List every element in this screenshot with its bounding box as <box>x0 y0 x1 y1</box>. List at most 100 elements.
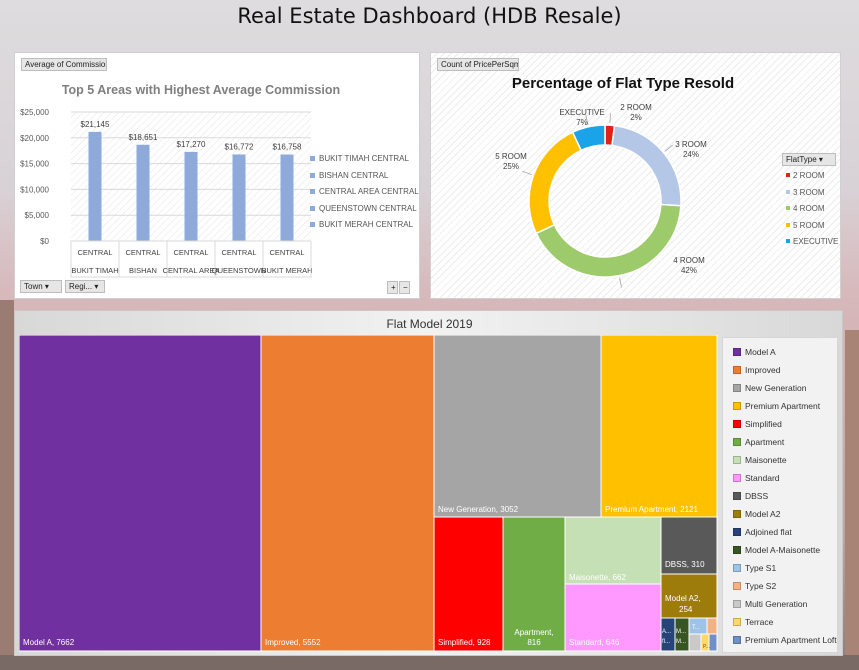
treemap-legend-label: Type S2 <box>745 581 777 591</box>
treemap-legend-label: Model A <box>745 347 776 357</box>
treemap-legend-label: Improved <box>745 365 781 375</box>
treemap-tile[interactable] <box>600 335 718 518</box>
donut-leader-line <box>664 144 674 152</box>
donut-slice[interactable] <box>528 131 583 235</box>
treemap-legend-swatch <box>733 474 741 482</box>
background-building-left <box>0 300 14 670</box>
treemap-tile[interactable] <box>708 633 718 652</box>
treemap-tile-label: P... <box>703 644 710 650</box>
treemap-legend-swatch <box>733 582 741 590</box>
donut-chart-title: Percentage of Flat Type Resold <box>512 75 734 92</box>
donut-slice[interactable] <box>535 203 682 278</box>
treemap-legend-item: Model A <box>733 347 776 357</box>
bar-y-tick-label: $25,000 <box>20 108 49 117</box>
donut-legend-label: EXECUTIVE <box>793 237 839 246</box>
treemap-legend-label: Simplified <box>745 419 782 429</box>
bar-y-tick-label: $15,000 <box>20 160 49 169</box>
treemap-tile-label: 816 <box>527 638 541 647</box>
treemap-legend-item: New Generation <box>733 383 806 393</box>
treemap-legend-swatch <box>733 636 741 644</box>
bar-x-outer-label: CENTRAL <box>125 248 160 257</box>
background-building-right <box>845 330 859 670</box>
treemap-legend-swatch <box>733 438 741 446</box>
bar-legend-label: BUKIT MERAH CENTRAL <box>319 220 414 229</box>
treemap-tile[interactable] <box>260 335 435 652</box>
bar[interactable] <box>232 154 246 241</box>
bar-x-outer-label: CENTRAL <box>77 248 112 257</box>
bar-legend-swatch <box>310 172 315 178</box>
treemap-legend-swatch <box>733 510 741 518</box>
treemap-legend-swatch <box>733 564 741 572</box>
bar[interactable] <box>280 154 294 241</box>
bar-legend-label: QUEENSTOWN CENTRAL <box>319 203 417 213</box>
treemap-legend-swatch <box>733 618 741 626</box>
flattype-filter-button[interactable]: FlatType ▾ <box>782 153 836 166</box>
bar[interactable] <box>136 144 150 241</box>
bar[interactable] <box>88 131 102 241</box>
treemap-tile-label: Maisonette, 662 <box>569 573 626 582</box>
treemap-chart: Model A, 7662 Improved, 5552 New Generatio… <box>19 335 718 652</box>
donut-slice[interactable] <box>611 124 682 207</box>
donut-legend-swatch <box>786 189 790 194</box>
donut-percent-label: 42% <box>681 266 697 275</box>
donut-legend-label: 5 ROOM <box>793 220 825 230</box>
treemap-tile[interactable] <box>433 335 602 518</box>
treemap-tile[interactable] <box>19 335 262 652</box>
treemap-legend-swatch <box>733 384 741 392</box>
donut-chart: Percentage of Flat Type Resold 2 ROOM2% 3… <box>495 75 734 288</box>
bar[interactable] <box>184 151 198 241</box>
treemap-legend-label: Premium Apartment <box>745 401 821 411</box>
donut-leader-line <box>619 277 622 288</box>
bar-x-tick-label: BISHAN <box>129 266 157 275</box>
treemap-tile[interactable] <box>706 617 718 635</box>
treemap-title: Flat Model 2019 <box>386 317 473 331</box>
treemap-legend-swatch <box>733 456 741 464</box>
bar-y-tick-label: $0 <box>40 237 49 246</box>
bar-y-tick-label: $10,000 <box>20 185 49 194</box>
treemap-legend-label: Terrace <box>745 617 774 627</box>
donut-category-label: 4 ROOM <box>673 256 705 265</box>
bar-y-tick-label: $5,000 <box>25 211 50 220</box>
treemap-tile[interactable] <box>688 633 702 652</box>
donut-legend-label: 3 ROOM <box>793 187 825 197</box>
treemap-legend-label: Model A2 <box>745 509 781 519</box>
treemap-legend-label: Maisonette <box>745 455 787 465</box>
bar-chart-panel: Average of Commission Top 5 Areas with H… <box>14 52 420 299</box>
donut-legend-swatch <box>786 173 790 177</box>
treemap-tile-label: 254 <box>679 605 693 614</box>
treemap-tile-label: Standard, 646 <box>569 638 620 647</box>
bar-x-outer-label: CENTRAL <box>269 248 304 257</box>
collapse-field-button[interactable]: − <box>399 281 410 294</box>
donut-percent-label: 24% <box>683 150 699 159</box>
bar-data-label: $21,145 <box>81 120 110 129</box>
treemap-legend-item: Model A2 <box>733 509 780 519</box>
bar-data-label: $17,270 <box>177 140 206 149</box>
treemap-tile-label: fl... <box>662 639 670 645</box>
donut-percent-label: 7% <box>576 118 588 127</box>
bar-legend-swatch <box>310 222 315 227</box>
donut-chart-panel: Count of PricePerSqm Percentage of Flat … <box>430 52 841 299</box>
treemap-legend-item: Simplified <box>733 419 782 429</box>
donut-percent-label: 25% <box>503 162 519 171</box>
bar-data-label: $16,772 <box>225 142 254 151</box>
flattype-filter-label: FlatType <box>786 155 817 164</box>
town-filter-button[interactable]: Town ▾ <box>20 280 62 293</box>
donut-legend-swatch <box>786 206 790 210</box>
treemap-legend-swatch <box>733 348 741 356</box>
region-filter-label: Regi... <box>69 282 93 291</box>
background-street <box>0 655 859 670</box>
expand-field-button[interactable]: + <box>387 281 398 294</box>
treemap-legend-item: Adjoined flat <box>733 527 792 537</box>
bar-data-label: $16,758 <box>273 143 302 152</box>
donut-leader-line <box>609 113 611 124</box>
treemap-legend-label: Apartment <box>745 437 785 447</box>
treemap-tile-label: M... <box>676 639 686 645</box>
treemap-tile[interactable] <box>433 516 504 652</box>
dropdown-arrow-icon: ▾ <box>94 282 99 291</box>
treemap-tile-label: New Generation, 3052 <box>438 505 519 514</box>
region-filter-button[interactable]: Regi... ▾ <box>65 280 105 293</box>
treemap-legend: Model A Improved New Generation Premium Apa… <box>722 337 838 653</box>
treemap-legend-label: Type S1 <box>745 563 777 573</box>
filter-dropdown-icon: ▾ <box>44 282 49 291</box>
treemap-legend-label: Standard <box>745 473 780 483</box>
